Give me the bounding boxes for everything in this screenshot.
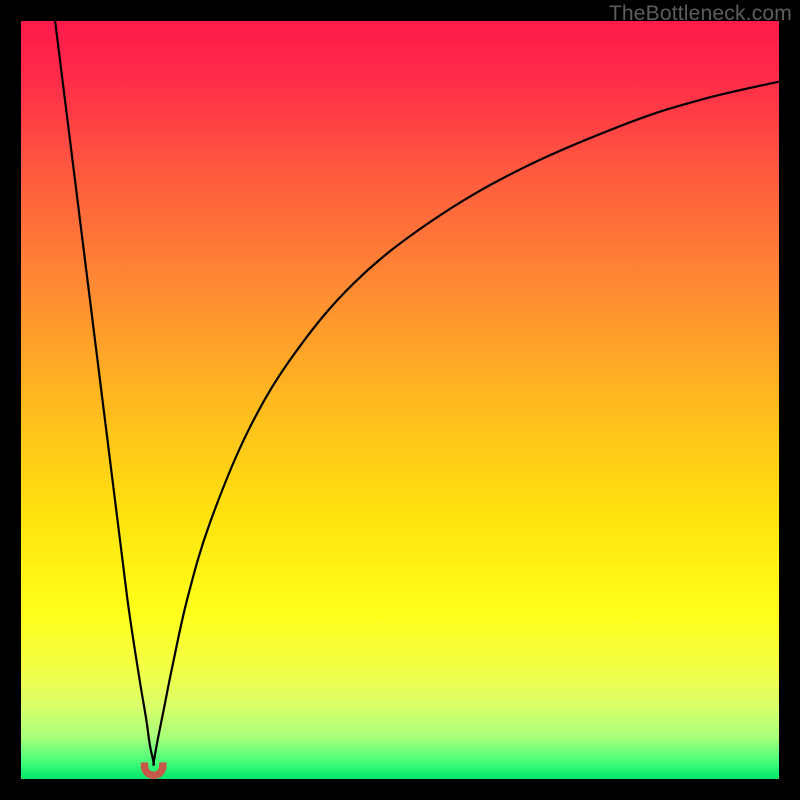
bottleneck-chart [21, 21, 779, 779]
watermark-label: TheBottleneck.com [609, 2, 792, 26]
gradient-background [21, 21, 779, 779]
chart-frame [21, 21, 779, 779]
